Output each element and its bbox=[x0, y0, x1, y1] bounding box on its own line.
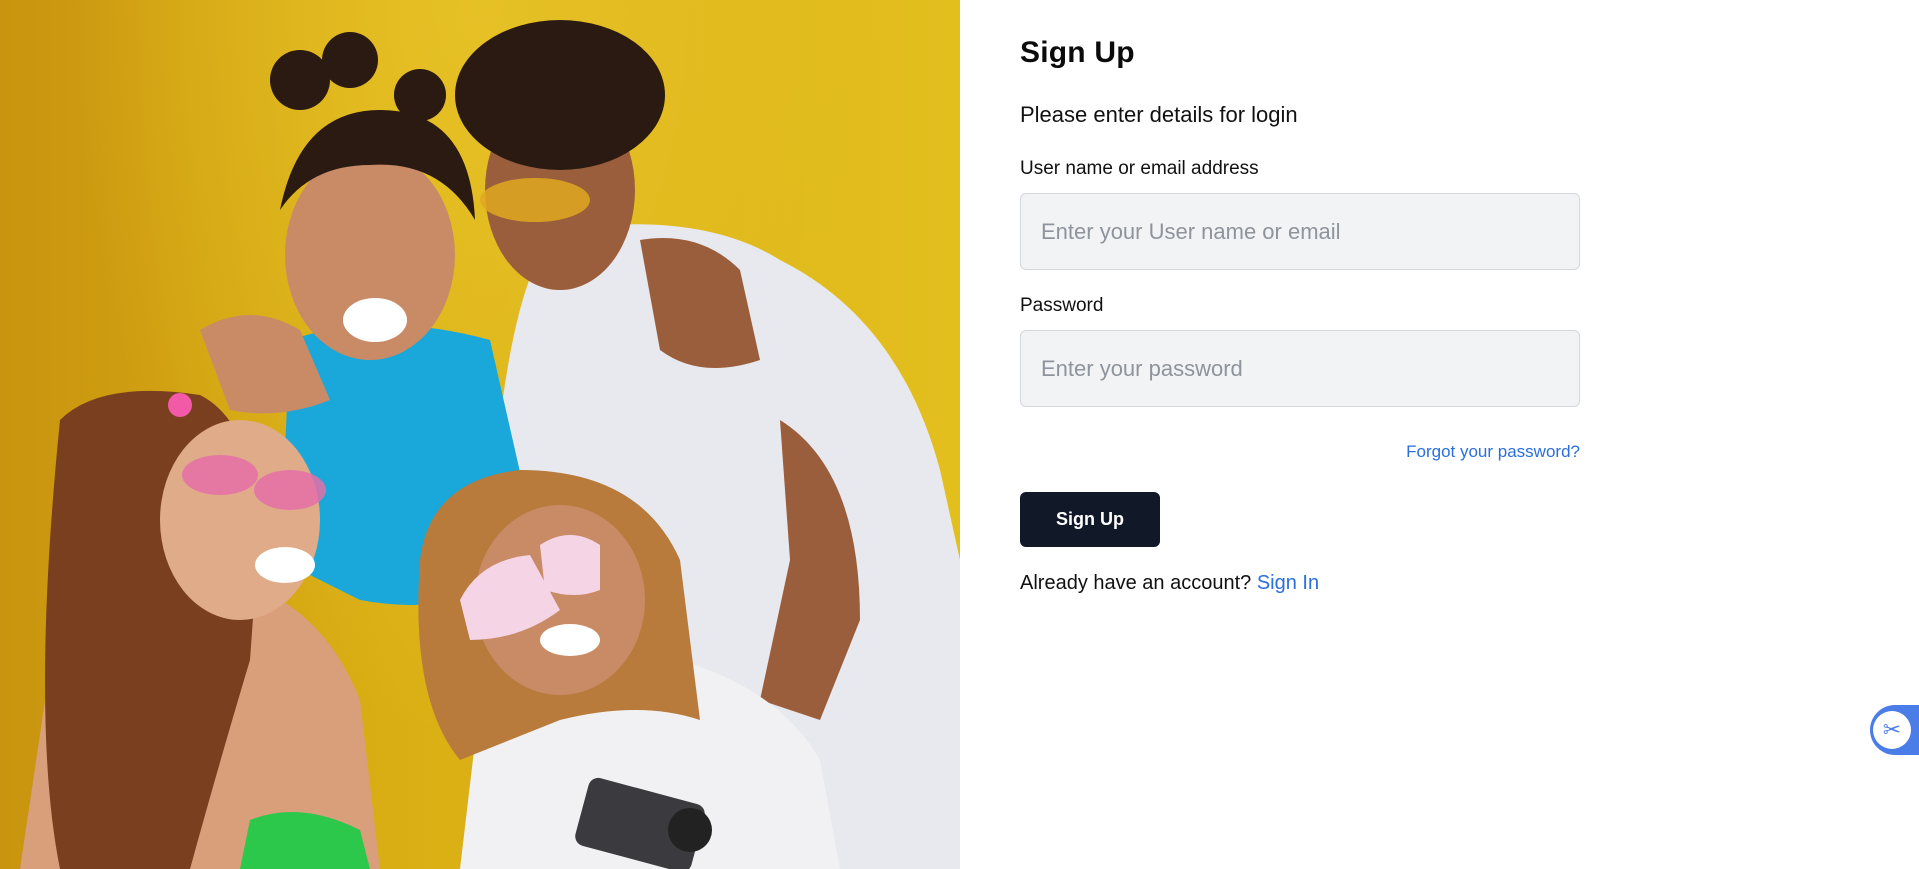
hero-illustration bbox=[20, 20, 960, 869]
password-label: Password bbox=[1020, 295, 1104, 316]
page-title: Sign Up bbox=[1020, 36, 1135, 69]
floating-widget-button[interactable]: ✂ bbox=[1870, 705, 1919, 755]
already-text: Already have an account? bbox=[1020, 572, 1257, 594]
username-input[interactable] bbox=[1020, 193, 1580, 270]
hero-image bbox=[0, 0, 960, 869]
sign-in-link[interactable]: Sign In bbox=[1257, 572, 1319, 594]
scissors-icon: ✂ bbox=[1873, 711, 1911, 749]
sign-up-button[interactable]: Sign Up bbox=[1020, 492, 1160, 547]
username-label: User name or email address bbox=[1020, 158, 1259, 179]
subtitle: Please enter details for login bbox=[1020, 102, 1298, 127]
signin-prompt: Already have an account? Sign In bbox=[1020, 572, 1319, 595]
forgot-password-link[interactable]: Forgot your password? bbox=[1406, 442, 1580, 462]
password-input[interactable] bbox=[1020, 330, 1580, 407]
